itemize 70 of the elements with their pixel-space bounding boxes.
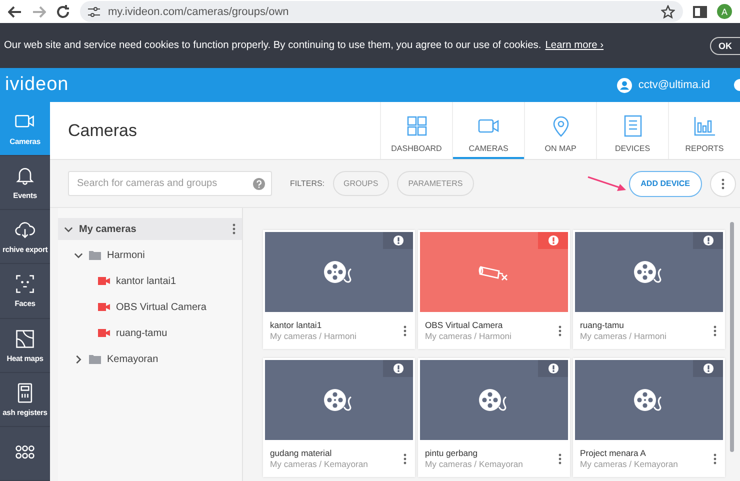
camera-card[interactable]: ruang-tamu My cameras / Harmoni [573, 230, 725, 349]
tree-item[interactable]: Harmoni [107, 250, 236, 260]
camera-name: ruang-tamu [580, 320, 625, 330]
more-icon [721, 178, 725, 190]
camera-path: My cameras / Harmoni [270, 331, 358, 341]
reload-icon[interactable] [56, 4, 70, 18]
filters-label: FILTERS: [290, 179, 325, 188]
alert-icon [702, 363, 714, 374]
pointer-arrow [586, 174, 627, 192]
ok-button[interactable]: OK [710, 36, 740, 54]
bar-chart-icon [692, 114, 716, 138]
more-icon[interactable] [558, 452, 562, 464]
chevron-down-icon[interactable] [64, 224, 73, 234]
folder-icon [89, 354, 101, 364]
camera-path: My cameras / Kemayoran [270, 459, 369, 469]
camera-card[interactable]: kantor lantai1 My cameras / Harmoni [263, 230, 415, 349]
alert-icon [548, 363, 558, 374]
profile-avatar[interactable]: A [717, 4, 732, 19]
learn-more-link[interactable]: Learn more › [545, 40, 604, 51]
camera-path: My cameras / Kemayoran [580, 459, 679, 469]
nav-tab[interactable]: CAMERAS [452, 102, 524, 159]
more-icon[interactable] [713, 324, 717, 336]
camera-card[interactable]: OBS Virtual Camera My cameras / Harmoni [418, 230, 570, 349]
url-text: my.ivideon.com/cameras/groups/own [108, 6, 289, 18]
more-icon[interactable] [403, 452, 407, 464]
alert-icon [702, 235, 714, 246]
camera-card[interactable]: pintu gerbang My cameras / Kemayoran [418, 358, 570, 477]
camera-path: My cameras / Harmoni [425, 331, 512, 341]
camera-name: pintu gerbang [425, 448, 479, 458]
folder-icon [89, 250, 101, 260]
tree-item[interactable]: ruang-tamu [116, 328, 236, 338]
more-icon[interactable] [232, 223, 236, 235]
chevron-down-icon[interactable] [74, 250, 83, 260]
camera-path: My cameras / Kemayoran [425, 459, 524, 469]
heat-map-icon [14, 328, 36, 350]
camera-card[interactable]: gudang material My cameras / Kemayoran [263, 358, 415, 477]
page-title: Cameras [67, 120, 138, 142]
camera-card[interactable]: Project menara A My cameras / Kemayoran [573, 358, 725, 477]
camera-path: My cameras / Harmoni [580, 331, 668, 341]
camera-icon [98, 329, 110, 337]
camera-name: gudang material [270, 448, 333, 458]
camera-name: kantor lantai1 [270, 320, 323, 330]
alert-icon [392, 235, 404, 246]
cookie-message: Our web site and service need cookies to function properly. By continuing to use them, you agree to our use of cookies. Learn more › [4, 40, 605, 51]
help-icon[interactable] [253, 178, 265, 190]
bell-icon [14, 165, 36, 188]
search-field[interactable]: Search for cameras and groups [68, 171, 272, 196]
back-icon[interactable] [8, 4, 22, 18]
camera-name: OBS Virtual Camera [425, 320, 504, 330]
user-icon[interactable] [617, 78, 632, 92]
dashboard-icon [404, 114, 428, 138]
more-icon[interactable] [403, 324, 407, 336]
camera-name: Project menara A [580, 448, 647, 458]
site-settings-icon[interactable] [88, 6, 100, 16]
add-device-button[interactable]: ADD DEVICE [628, 170, 702, 196]
face-scan-icon [14, 273, 36, 296]
alert-icon [392, 363, 404, 374]
star-icon[interactable] [661, 4, 675, 18]
more-icon[interactable] [558, 324, 562, 336]
chevron-right-icon[interactable] [74, 354, 83, 364]
tree-item[interactable]: Kemayoran [107, 354, 236, 364]
tree-item[interactable]: kantor lantai1 [116, 276, 236, 286]
scrollbar[interactable] [730, 222, 734, 452]
address-bar[interactable]: my.ivideon.com/cameras/groups/own [80, 1, 683, 22]
side-panel-icon[interactable] [693, 4, 707, 18]
more-icon[interactable] [713, 452, 717, 464]
alert-icon [548, 235, 558, 246]
tree-item[interactable]: OBS Virtual Camera [116, 302, 236, 312]
camera-icon [98, 277, 110, 285]
camera-icon [98, 303, 110, 311]
